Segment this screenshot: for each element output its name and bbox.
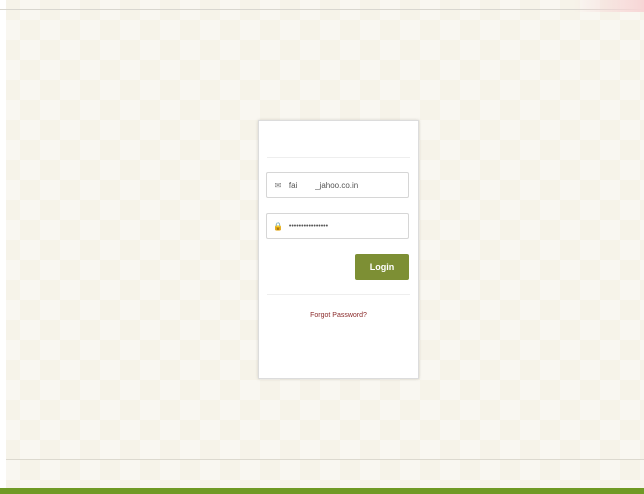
corner-tint [574,0,644,12]
password-input[interactable] [286,222,408,230]
login-card: ✉ 🔒 Login Forgot Password? [258,120,419,379]
email-input[interactable] [286,180,408,190]
email-field[interactable]: ✉ [266,172,409,198]
card-divider-bottom [267,294,410,295]
top-divider [0,9,644,10]
forgot-password-link[interactable]: Forgot Password? [259,312,418,319]
login-button[interactable]: Login [355,254,409,280]
envelope-icon: ✉ [274,180,282,190]
lock-icon: 🔒 [272,221,283,231]
bottom-bar [0,488,644,494]
password-field[interactable]: 🔒 [266,213,409,239]
left-margin [0,0,6,494]
card-divider-top [267,157,410,158]
login-page: ✉ 🔒 Login Forgot Password? [0,0,644,494]
footer-divider [6,459,644,460]
